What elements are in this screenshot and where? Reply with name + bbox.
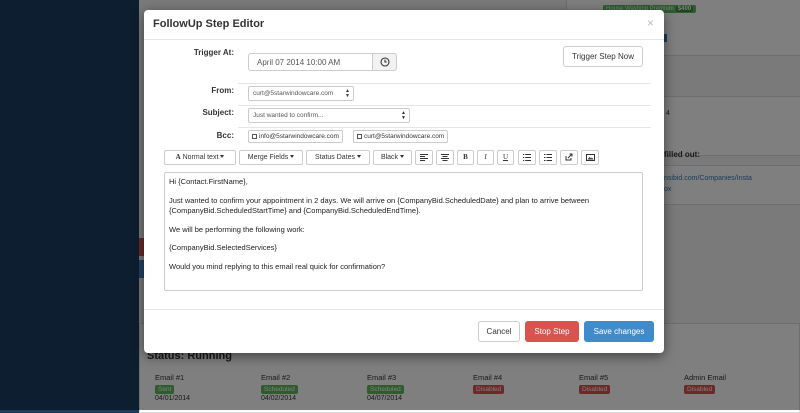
align-center-button[interactable] xyxy=(436,150,454,165)
align-left-icon xyxy=(420,153,428,161)
merge-fields-label: Merge Fields xyxy=(247,154,289,161)
from-label: From: xyxy=(211,86,234,95)
text-style-label: Normal text xyxy=(182,154,219,161)
bold-button[interactable]: B xyxy=(457,150,474,165)
trigger-at-label: Trigger At: xyxy=(193,48,234,57)
font-color-label: Black xyxy=(380,154,399,161)
merge-fields-dropdown[interactable]: Merge Fields xyxy=(239,150,303,165)
save-changes-button[interactable]: Save changes xyxy=(584,321,654,342)
body-paragraph: Just wanted to confirm your appointment … xyxy=(169,195,590,216)
italic-button[interactable]: I xyxy=(477,150,494,165)
share-icon xyxy=(565,153,573,161)
bullet-list-icon xyxy=(523,153,531,161)
align-center-icon xyxy=(441,153,449,161)
select-arrows-icon: ▲ ▼ xyxy=(345,88,350,99)
numbered-list-icon xyxy=(544,153,552,161)
bcc-option-info[interactable]: info@5starwindowcare.com xyxy=(248,130,343,143)
subject-select-value: Just wanted to confirm... xyxy=(253,112,324,119)
divider xyxy=(238,83,651,84)
trigger-step-now-button[interactable]: Trigger Step Now xyxy=(563,46,643,67)
underline-button[interactable]: U xyxy=(497,150,514,165)
font-color-dropdown[interactable]: Black xyxy=(373,150,412,165)
status-dates-dropdown[interactable]: Status Dates xyxy=(306,150,370,165)
checkbox-icon[interactable] xyxy=(252,133,257,139)
stop-step-button[interactable]: Stop Step xyxy=(525,321,579,342)
divider xyxy=(238,105,651,106)
body-paragraph: Would you mind replying to this email re… xyxy=(169,261,386,271)
clock-button[interactable] xyxy=(372,53,397,71)
insert-link-button[interactable] xyxy=(560,150,578,165)
font-icon: A xyxy=(175,153,181,161)
caret-down-icon xyxy=(220,155,225,158)
bcc-option-label: curt@5starwindowcare.com xyxy=(364,133,445,140)
bcc-option-curt[interactable]: curt@5starwindowcare.com xyxy=(353,130,449,143)
close-icon[interactable]: × xyxy=(647,17,654,29)
subject-label: Subject: xyxy=(202,108,234,117)
caret-down-icon xyxy=(357,155,362,158)
body-paragraph: Hi {Contact.FirstName}, xyxy=(169,177,248,186)
modal-footer-divider xyxy=(144,309,664,310)
email-body-editor[interactable]: Hi {Contact.FirstName}, Just wanted to c… xyxy=(164,172,643,291)
status-dates-label: Status Dates xyxy=(314,154,356,161)
text-style-dropdown[interactable]: A Normal text xyxy=(164,150,236,165)
checkbox-icon[interactable] xyxy=(357,133,362,139)
cancel-button[interactable]: Cancel xyxy=(478,321,520,342)
modal-title: FollowUp Step Editor xyxy=(153,18,265,30)
image-icon xyxy=(585,153,595,161)
body-paragraph: We will be performing the following work… xyxy=(169,224,305,234)
caret-down-icon xyxy=(400,155,405,158)
body-paragraph: {CompanyBid.SelectedServices} xyxy=(169,243,277,252)
divider xyxy=(238,127,651,128)
followup-step-editor-modal: FollowUp Step Editor × Trigger At: April… xyxy=(144,10,664,353)
select-arrows-icon: ▲ ▼ xyxy=(401,110,406,121)
from-select[interactable]: curt@5starwindowcare.com ▲ ▼ xyxy=(248,86,354,101)
subject-select[interactable]: Just wanted to confirm... ▲ ▼ xyxy=(248,108,410,123)
bcc-label: Bcc: xyxy=(216,131,234,140)
modal-header: FollowUp Step Editor × xyxy=(144,10,664,40)
clock-icon xyxy=(379,57,390,67)
align-left-button[interactable] xyxy=(415,150,433,165)
numbered-list-button[interactable] xyxy=(539,150,557,165)
bullet-list-button[interactable] xyxy=(518,150,536,165)
trigger-datetime-input[interactable]: April 07 2014 10:00 AM xyxy=(248,53,373,71)
caret-down-icon xyxy=(290,155,295,158)
bcc-option-label: info@5starwindowcare.com xyxy=(259,133,339,140)
insert-image-button[interactable] xyxy=(581,150,599,165)
from-select-value: curt@5starwindowcare.com xyxy=(253,90,334,97)
